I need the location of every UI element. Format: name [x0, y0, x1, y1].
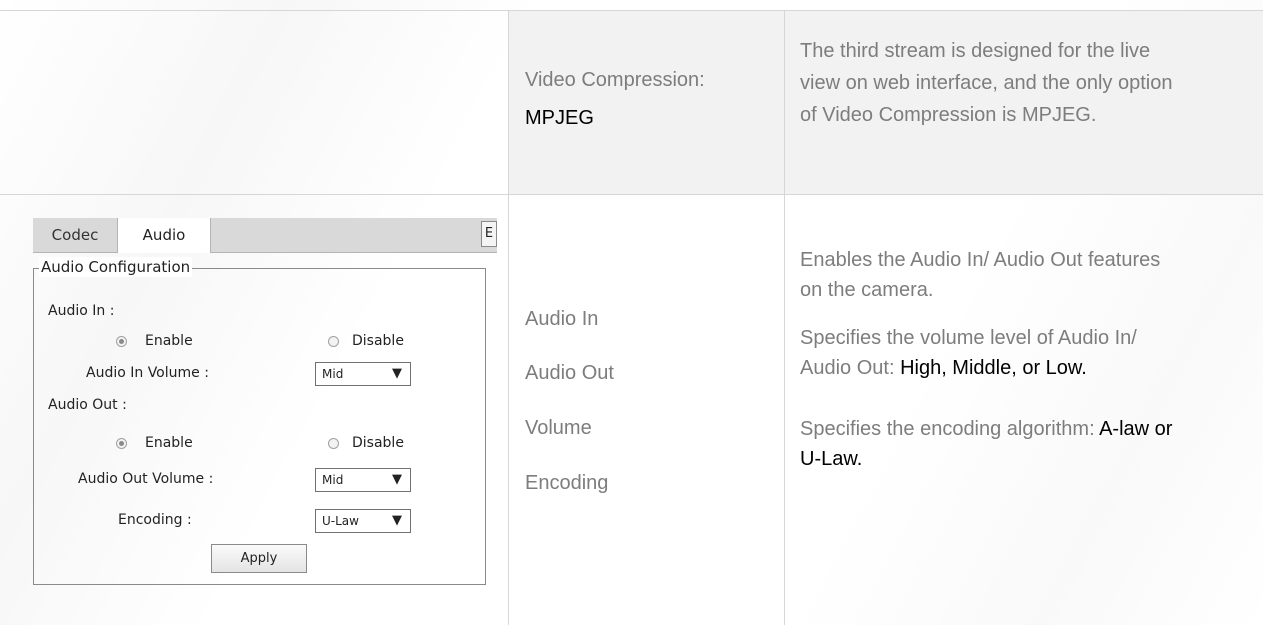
audio-out-label: Audio Out :	[48, 397, 127, 413]
desc-volume-options: High, Middle, or Low.	[900, 357, 1087, 379]
encoding-value: U-Law	[322, 514, 359, 528]
audio-out-enable-radio[interactable]	[116, 438, 127, 449]
column-divider-2	[784, 10, 785, 625]
tab-codec[interactable]: Codec	[33, 218, 117, 252]
desc-enable-line-1: Enables the Audio In/ Audio Out features	[800, 249, 1161, 271]
tab-bar: Codec Audio E	[33, 218, 497, 253]
tab-overflow-button[interactable]: E	[481, 221, 497, 247]
row1-desc-line-1: The third stream is designed for the liv…	[800, 40, 1151, 62]
audio-out-volume-value: Mid	[322, 473, 344, 487]
desc-volume-prefix: Audio Out:	[800, 357, 901, 379]
desc-encoding-line-1: Specifies the encoding algorithm: A-law …	[800, 414, 1172, 444]
encoding-select[interactable]: U-Law ▼	[315, 509, 411, 533]
desc-volume-line-2: Audio Out: High, Middle, or Low.	[800, 353, 1087, 383]
audio-in-disable-label[interactable]: Disable	[352, 332, 404, 350]
audio-in-volume-value: Mid	[322, 367, 344, 381]
desc-encoding-options: A-law or	[1099, 418, 1173, 440]
desc-encoding-line-2: U-Law.	[800, 448, 863, 470]
param-audio-out: Audio Out	[525, 362, 614, 384]
chevron-down-icon: ▼	[392, 366, 402, 381]
tab-audio[interactable]: Audio	[117, 218, 211, 253]
audio-out-disable-label[interactable]: Disable	[352, 434, 404, 452]
apply-button[interactable]: Apply	[211, 544, 307, 573]
param-audio-in: Audio In	[525, 308, 599, 330]
audio-out-volume-select[interactable]: Mid ▼	[315, 468, 411, 492]
chevron-down-icon: ▼	[392, 513, 402, 528]
audio-in-label: Audio In :	[48, 303, 115, 319]
row1-param-label: Video Compression:	[525, 69, 705, 91]
encoding-label: Encoding :	[118, 512, 192, 528]
row1-param-value: MPJEG	[525, 107, 594, 129]
chevron-down-icon: ▼	[392, 472, 402, 487]
param-encoding: Encoding	[525, 472, 609, 494]
audio-settings-panel: Codec Audio E Audio Configuration Audio …	[33, 218, 497, 588]
audio-configuration-legend: Audio Configuration	[39, 257, 193, 277]
audio-out-disable-radio[interactable]	[328, 438, 339, 449]
audio-out-volume-label: Audio Out Volume :	[78, 471, 214, 487]
column-divider-1	[508, 10, 509, 625]
desc-volume-line-1: Specifies the volume level of Audio In/	[800, 327, 1137, 349]
row1-desc-line-3: of Video Compression is MPJEG.	[800, 104, 1097, 126]
row1-desc-line-2: view on web interface, and the only opti…	[800, 72, 1173, 94]
audio-out-enable-label[interactable]: Enable	[145, 434, 193, 452]
audio-in-enable-label[interactable]: Enable	[145, 332, 193, 350]
audio-in-disable-radio[interactable]	[328, 336, 339, 347]
row-divider	[0, 194, 1263, 195]
audio-in-volume-label: Audio In Volume :	[86, 365, 209, 381]
desc-encoding-prefix: Specifies the encoding algorithm:	[800, 418, 1100, 440]
audio-in-enable-radio[interactable]	[116, 336, 127, 347]
param-volume: Volume	[525, 417, 592, 439]
desc-enable-line-2: on the camera.	[800, 279, 934, 301]
audio-in-volume-select[interactable]: Mid ▼	[315, 362, 411, 386]
